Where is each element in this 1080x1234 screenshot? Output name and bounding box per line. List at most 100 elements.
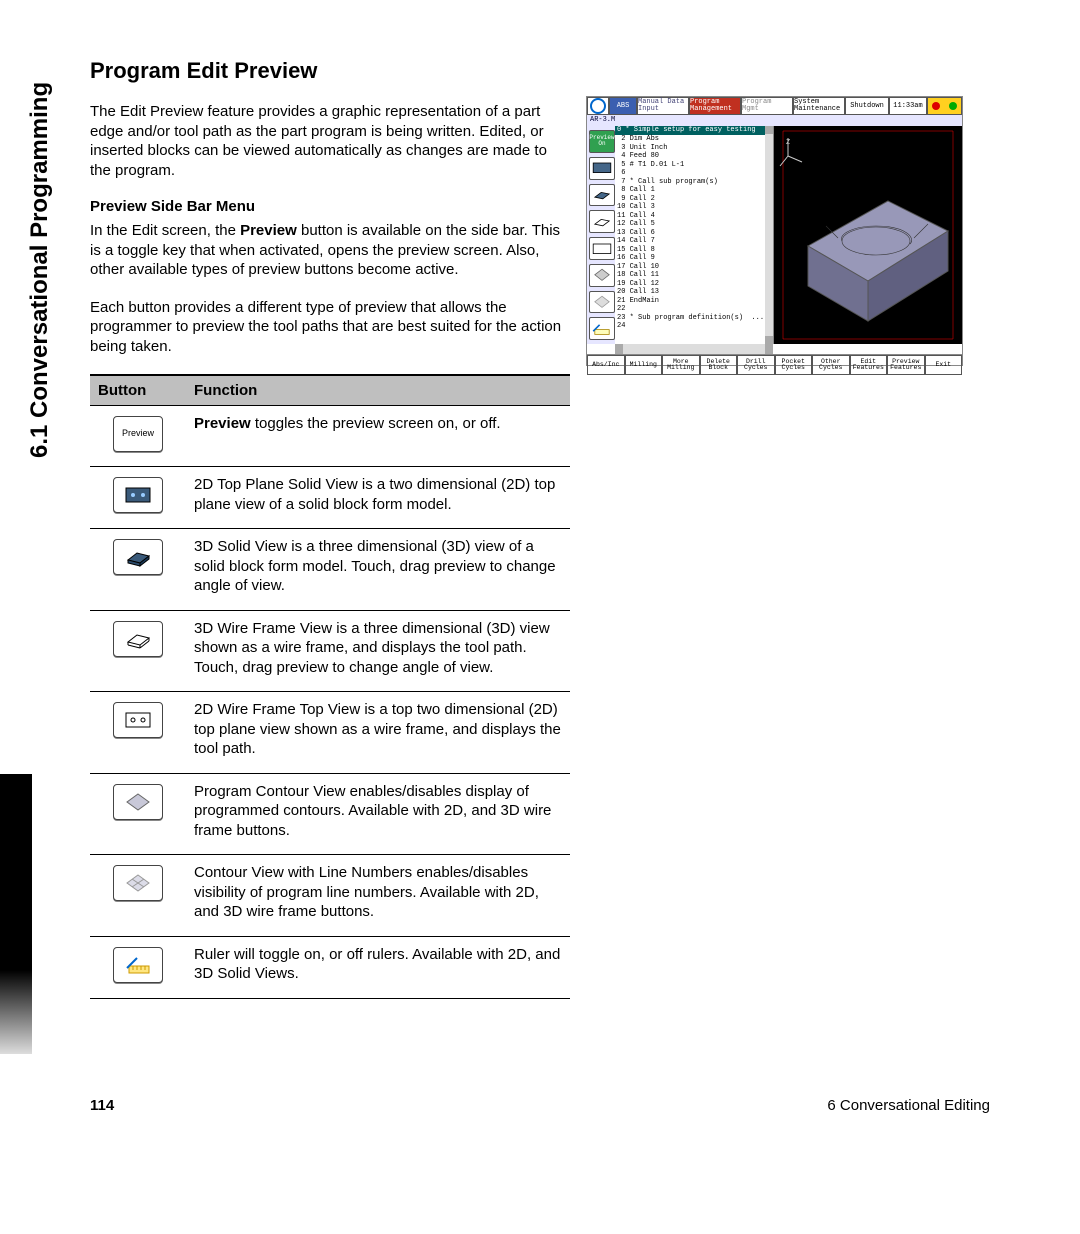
sidebar-2d-wire-icon	[589, 237, 615, 260]
section-tab: 6.1 Conversational Programming	[26, 58, 62, 458]
sidebar-3d-wire-icon	[589, 210, 615, 233]
page-footer: 114 6 Conversational Editing	[90, 1097, 990, 1114]
softkey: Other Cycles	[812, 355, 850, 375]
fig-bottom-bar: Abs/IncMillingMore MillingDelete BlockDr…	[587, 354, 962, 375]
sidebar-2d-solid-icon	[589, 157, 615, 180]
code-line: 5 # T1 D.01 L-1	[615, 161, 773, 170]
sidebar-contour-ln-icon	[589, 291, 615, 314]
code-highlight: 0 * Simple setup for easy testing	[615, 126, 773, 135]
function-cell: Ruler will toggle on, or off rulers. Ava…	[186, 936, 570, 998]
tab-abs: ABS	[609, 97, 637, 115]
code-line: 3 Unit Inch	[615, 144, 773, 153]
subsection-p2: Each button provides a different type of…	[90, 298, 570, 357]
edit-preview-screenshot: ABS Manual Data Input Program Management…	[586, 96, 963, 366]
code-line: 6	[615, 169, 773, 178]
button-function-table: Button Function Preview Preview toggles t…	[90, 374, 570, 999]
page-title: Program Edit Preview	[90, 58, 570, 84]
function-cell: 2D Top Plane Solid View is a two dimensi…	[186, 467, 570, 529]
page-number: 114	[90, 1097, 114, 1114]
sidebar-preview-on: Preview On	[589, 130, 615, 153]
function-cell: Contour View with Line Numbers enables/d…	[186, 855, 570, 937]
tab-shutdown: Shutdown	[845, 97, 889, 115]
status-lights	[927, 97, 962, 115]
function-cell: 3D Solid View is a three dimensional (3D…	[186, 529, 570, 611]
horizontal-scrollbar	[615, 344, 773, 354]
softkey: Abs/Inc	[587, 355, 625, 375]
preview-button-icon: Preview	[113, 416, 163, 452]
function-cell: Preview toggles the preview screen on, o…	[186, 406, 570, 467]
clock: 11:33am	[889, 97, 927, 115]
table-row: 3D Solid View is a three dimensional (3D…	[90, 529, 570, 611]
code-line: 4 Feed 80	[615, 152, 773, 161]
softkey: Exit	[925, 355, 963, 375]
tab-program-management: Program Management	[689, 97, 741, 115]
chapter-title: 6 Conversational Editing	[827, 1097, 990, 1114]
fig-3d-view: Z	[774, 126, 962, 344]
code-line: 18 Call 11	[615, 271, 773, 280]
code-line: 2 Dim Abs	[615, 135, 773, 144]
3d-solid-icon	[113, 539, 163, 575]
tab-program-mgr: Program Mgmt	[741, 97, 793, 115]
2d-solid-icon	[113, 477, 163, 513]
function-cell: Program Contour View enables/disables di…	[186, 773, 570, 855]
code-line: 19 Call 12	[615, 280, 773, 289]
vertical-scrollbar	[765, 126, 773, 344]
softkey: Milling	[625, 355, 663, 375]
softkey: Drill Cycles	[737, 355, 775, 375]
code-line: 13 Call 6	[615, 229, 773, 238]
code-line: 12 Call 5	[615, 220, 773, 229]
table-row: Ruler will toggle on, or off rulers. Ava…	[90, 936, 570, 998]
code-line: 15 Call 8	[615, 246, 773, 255]
intro-paragraph: The Edit Preview feature provides a grap…	[90, 102, 570, 180]
filename-bar: AR-3.M	[587, 115, 962, 126]
fig-code-area: 0 * Simple setup for easy testing 2 Dim …	[615, 126, 774, 344]
code-line: 21 EndMain	[615, 297, 773, 306]
table-row: Program Contour View enables/disables di…	[90, 773, 570, 855]
contour-icon	[113, 784, 163, 820]
softkey: Edit Features	[850, 355, 888, 375]
home-icon	[587, 97, 609, 115]
sidebar-ruler-icon	[589, 317, 615, 340]
button-icon-cell	[90, 936, 186, 998]
code-line: 22	[615, 305, 773, 314]
button-icon-cell	[90, 467, 186, 529]
fig-sidebar: Preview On	[587, 126, 615, 344]
button-icon-cell: Preview	[90, 406, 186, 467]
softkey: More Milling	[662, 355, 700, 375]
table-row: 3D Wire Frame View is a three dimensiona…	[90, 610, 570, 692]
softkey: Preview Features	[887, 355, 925, 375]
table-row: Contour View with Line Numbers enables/d…	[90, 855, 570, 937]
table-row: 2D Wire Frame Top View is a top two dime…	[90, 692, 570, 774]
softkey: Delete Block	[700, 355, 738, 375]
2d-wire-icon	[113, 702, 163, 738]
subsection-p1: In the Edit screen, the Preview button i…	[90, 221, 570, 280]
col-button: Button	[90, 375, 186, 406]
tab-mdi: Manual Data Input	[637, 97, 689, 115]
table-row: Preview Preview toggles the preview scree…	[90, 406, 570, 467]
tab-system-maintenance: System Maintenance	[793, 97, 845, 115]
code-line: 9 Call 2	[615, 195, 773, 204]
code-line: 16 Call 9	[615, 254, 773, 263]
button-icon-cell	[90, 773, 186, 855]
code-line: 8 Call 1	[615, 186, 773, 195]
table-row: 2D Top Plane Solid View is a two dimensi…	[90, 467, 570, 529]
code-line: 11 Call 4	[615, 212, 773, 221]
code-line: 23 * Sub program definition(s) ...	[615, 314, 773, 323]
softkey: Pocket Cycles	[775, 355, 813, 375]
function-cell: 2D Wire Frame Top View is a top two dime…	[186, 692, 570, 774]
sidebar-contour-icon	[589, 264, 615, 287]
function-cell: 3D Wire Frame View is a three dimensiona…	[186, 610, 570, 692]
col-function: Function	[186, 375, 570, 406]
subsection-heading: Preview Side Bar Menu	[90, 198, 570, 215]
code-line: 10 Call 3	[615, 203, 773, 212]
button-icon-cell	[90, 610, 186, 692]
button-icon-cell	[90, 855, 186, 937]
contour-linenum-icon	[113, 865, 163, 901]
sidebar-3d-solid-icon	[589, 184, 615, 207]
ruler-icon	[113, 947, 163, 983]
code-line: 14 Call 7	[615, 237, 773, 246]
thumb-index-bar	[0, 774, 32, 1054]
code-line: 20 Call 13	[615, 288, 773, 297]
code-line: 17 Call 10	[615, 263, 773, 272]
code-line: 24	[615, 322, 773, 331]
